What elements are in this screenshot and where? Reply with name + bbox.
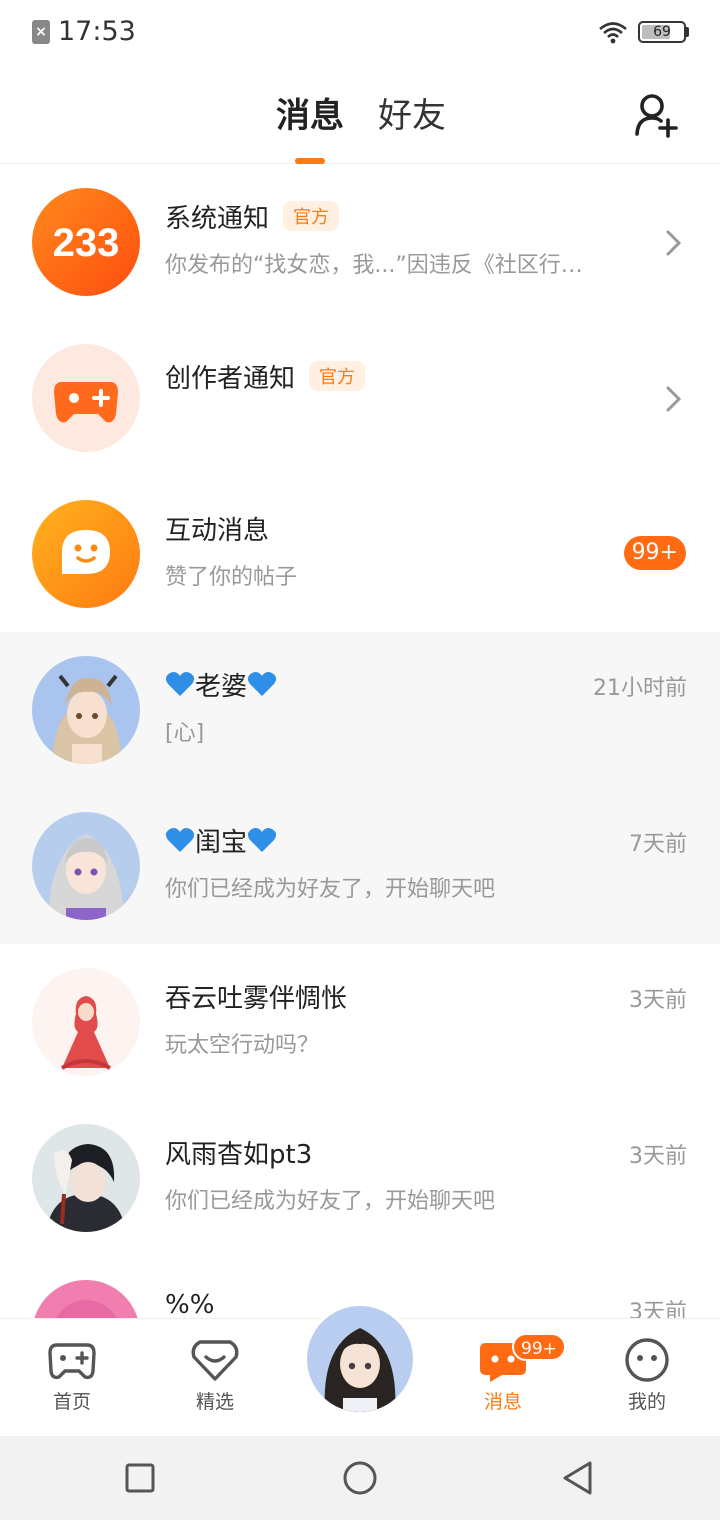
chat-name: 风雨杳如pt3 [165,1140,313,1170]
chat-name: 吞云吐雾伴惆怅 [165,984,348,1014]
masked-boy-avatar [46,1144,126,1232]
blue-heart-icon [247,828,277,852]
row-title: 创作者通知 官方 [165,358,366,395]
chat-time: 21小时前 [593,676,687,701]
chat-item[interactable]: 吞云吐雾伴惆怅 玩太空行动吗？ 3天前 [0,944,720,1100]
logo-233: 233 [53,221,120,265]
battery-indicator: 69 [638,21,686,43]
chevron-right-icon [666,230,682,256]
anime-girl-avatar [52,674,122,764]
chat-name: 闺宝 [165,822,277,859]
face-icon [625,1338,669,1382]
chat-item[interactable]: 风雨杳如pt3 你们已经成为好友了，开始聊天吧 3天前 [0,1100,720,1256]
avatar [32,812,140,920]
row-subtitle: 赞了你的帖子 [165,565,298,590]
chat-name: 老婆 [165,666,277,703]
chat-item[interactable]: 闺宝 你们已经成为好友了，开始聊天吧 7天前 [0,788,720,944]
avatar [32,968,140,1076]
row-title: 互动消息 [165,516,270,546]
avatar [32,656,140,764]
chat-time: 3天前 [629,1144,687,1169]
tab-friends[interactable]: 好友 [378,94,446,138]
official-tag: 官方 [283,201,340,231]
header: 消息 好友 [0,66,720,164]
recent-apps-icon[interactable] [122,1460,158,1496]
nav-item-home[interactable]: 首页 [27,1337,117,1414]
nav-label: 消息 [483,1391,522,1413]
princess-avatar [60,996,112,1070]
row-subtitle: 你发布的“找女恋，我...”因违反《社区行… [165,253,583,278]
sim-card-icon: × [32,20,50,44]
nav-item-featured[interactable]: 精选 [170,1337,260,1414]
status-time: 17:53 [58,16,136,47]
nav-label: 首页 [52,1391,91,1413]
home-circle-icon[interactable] [342,1460,378,1496]
blue-heart-icon [165,672,195,696]
chevron-right-icon [666,386,682,412]
avatar [32,1124,140,1232]
blue-heart-icon [165,828,195,852]
gamepad-icon [48,1343,96,1380]
back-triangle-icon[interactable] [560,1460,596,1496]
list-item-system-notice[interactable]: 233 系统通知 官方 你发布的“找女恋，我...”因违反《社区行… [0,164,720,320]
anime-girl-avatar [48,834,124,920]
chat-time: 7天前 [629,832,687,857]
chat-item[interactable]: 老婆 [心] 21小时前 [0,632,720,788]
blue-heart-icon [247,672,277,696]
heart-diamond-icon [191,1340,239,1381]
official-tag: 官方 [309,361,366,391]
nav-label: 精选 [195,1391,234,1413]
logo-233-avatar: 233 [32,188,140,296]
chat-time: 3天前 [629,988,687,1013]
system-navigation-bar [0,1436,720,1520]
row-title-text: 创作者通知 [165,364,296,394]
unread-badge: 99+ [623,536,686,570]
center-avatar-button[interactable] [304,1303,416,1415]
add-person-icon[interactable] [634,92,680,138]
chat-preview: 玩太空行动吗？ [165,1033,320,1058]
anime-girl-avatar [324,1328,396,1412]
list-item-creator-notice[interactable]: 创作者通知 官方 [0,320,720,476]
row-title: 系统通知 官方 [165,198,340,235]
chat-preview: [心] [165,721,205,746]
wifi-icon [599,22,627,44]
interaction-avatar [32,500,140,608]
nav-label: 我的 [627,1391,666,1413]
row-title-text: 系统通知 [165,204,270,234]
list-item-interactions[interactable]: 互动消息 赞了你的帖子 99+ [0,476,720,632]
svg-text:233: 233 [53,221,120,265]
chat-name-text: 闺宝 [195,828,248,858]
chat-preview: 你们已经成为好友了，开始聊天吧 [165,877,496,902]
nav-unread-badge: 99+ [512,1333,566,1361]
gamepad-plus-icon [54,382,118,423]
chat-name: %% [165,1290,215,1320]
battery-tip [686,27,689,37]
nav-item-profile[interactable]: 我的 [602,1337,692,1414]
chat-smile-icon [62,530,110,574]
creator-avatar [32,344,140,452]
status-bar: × 17:53 69 [0,0,720,66]
tab-messages[interactable]: 消息 [276,94,344,138]
battery-percent: 69 [653,24,671,40]
chat-name-text: 老婆 [195,672,248,702]
chat-preview: 你们已经成为好友了，开始聊天吧 [165,1189,496,1214]
